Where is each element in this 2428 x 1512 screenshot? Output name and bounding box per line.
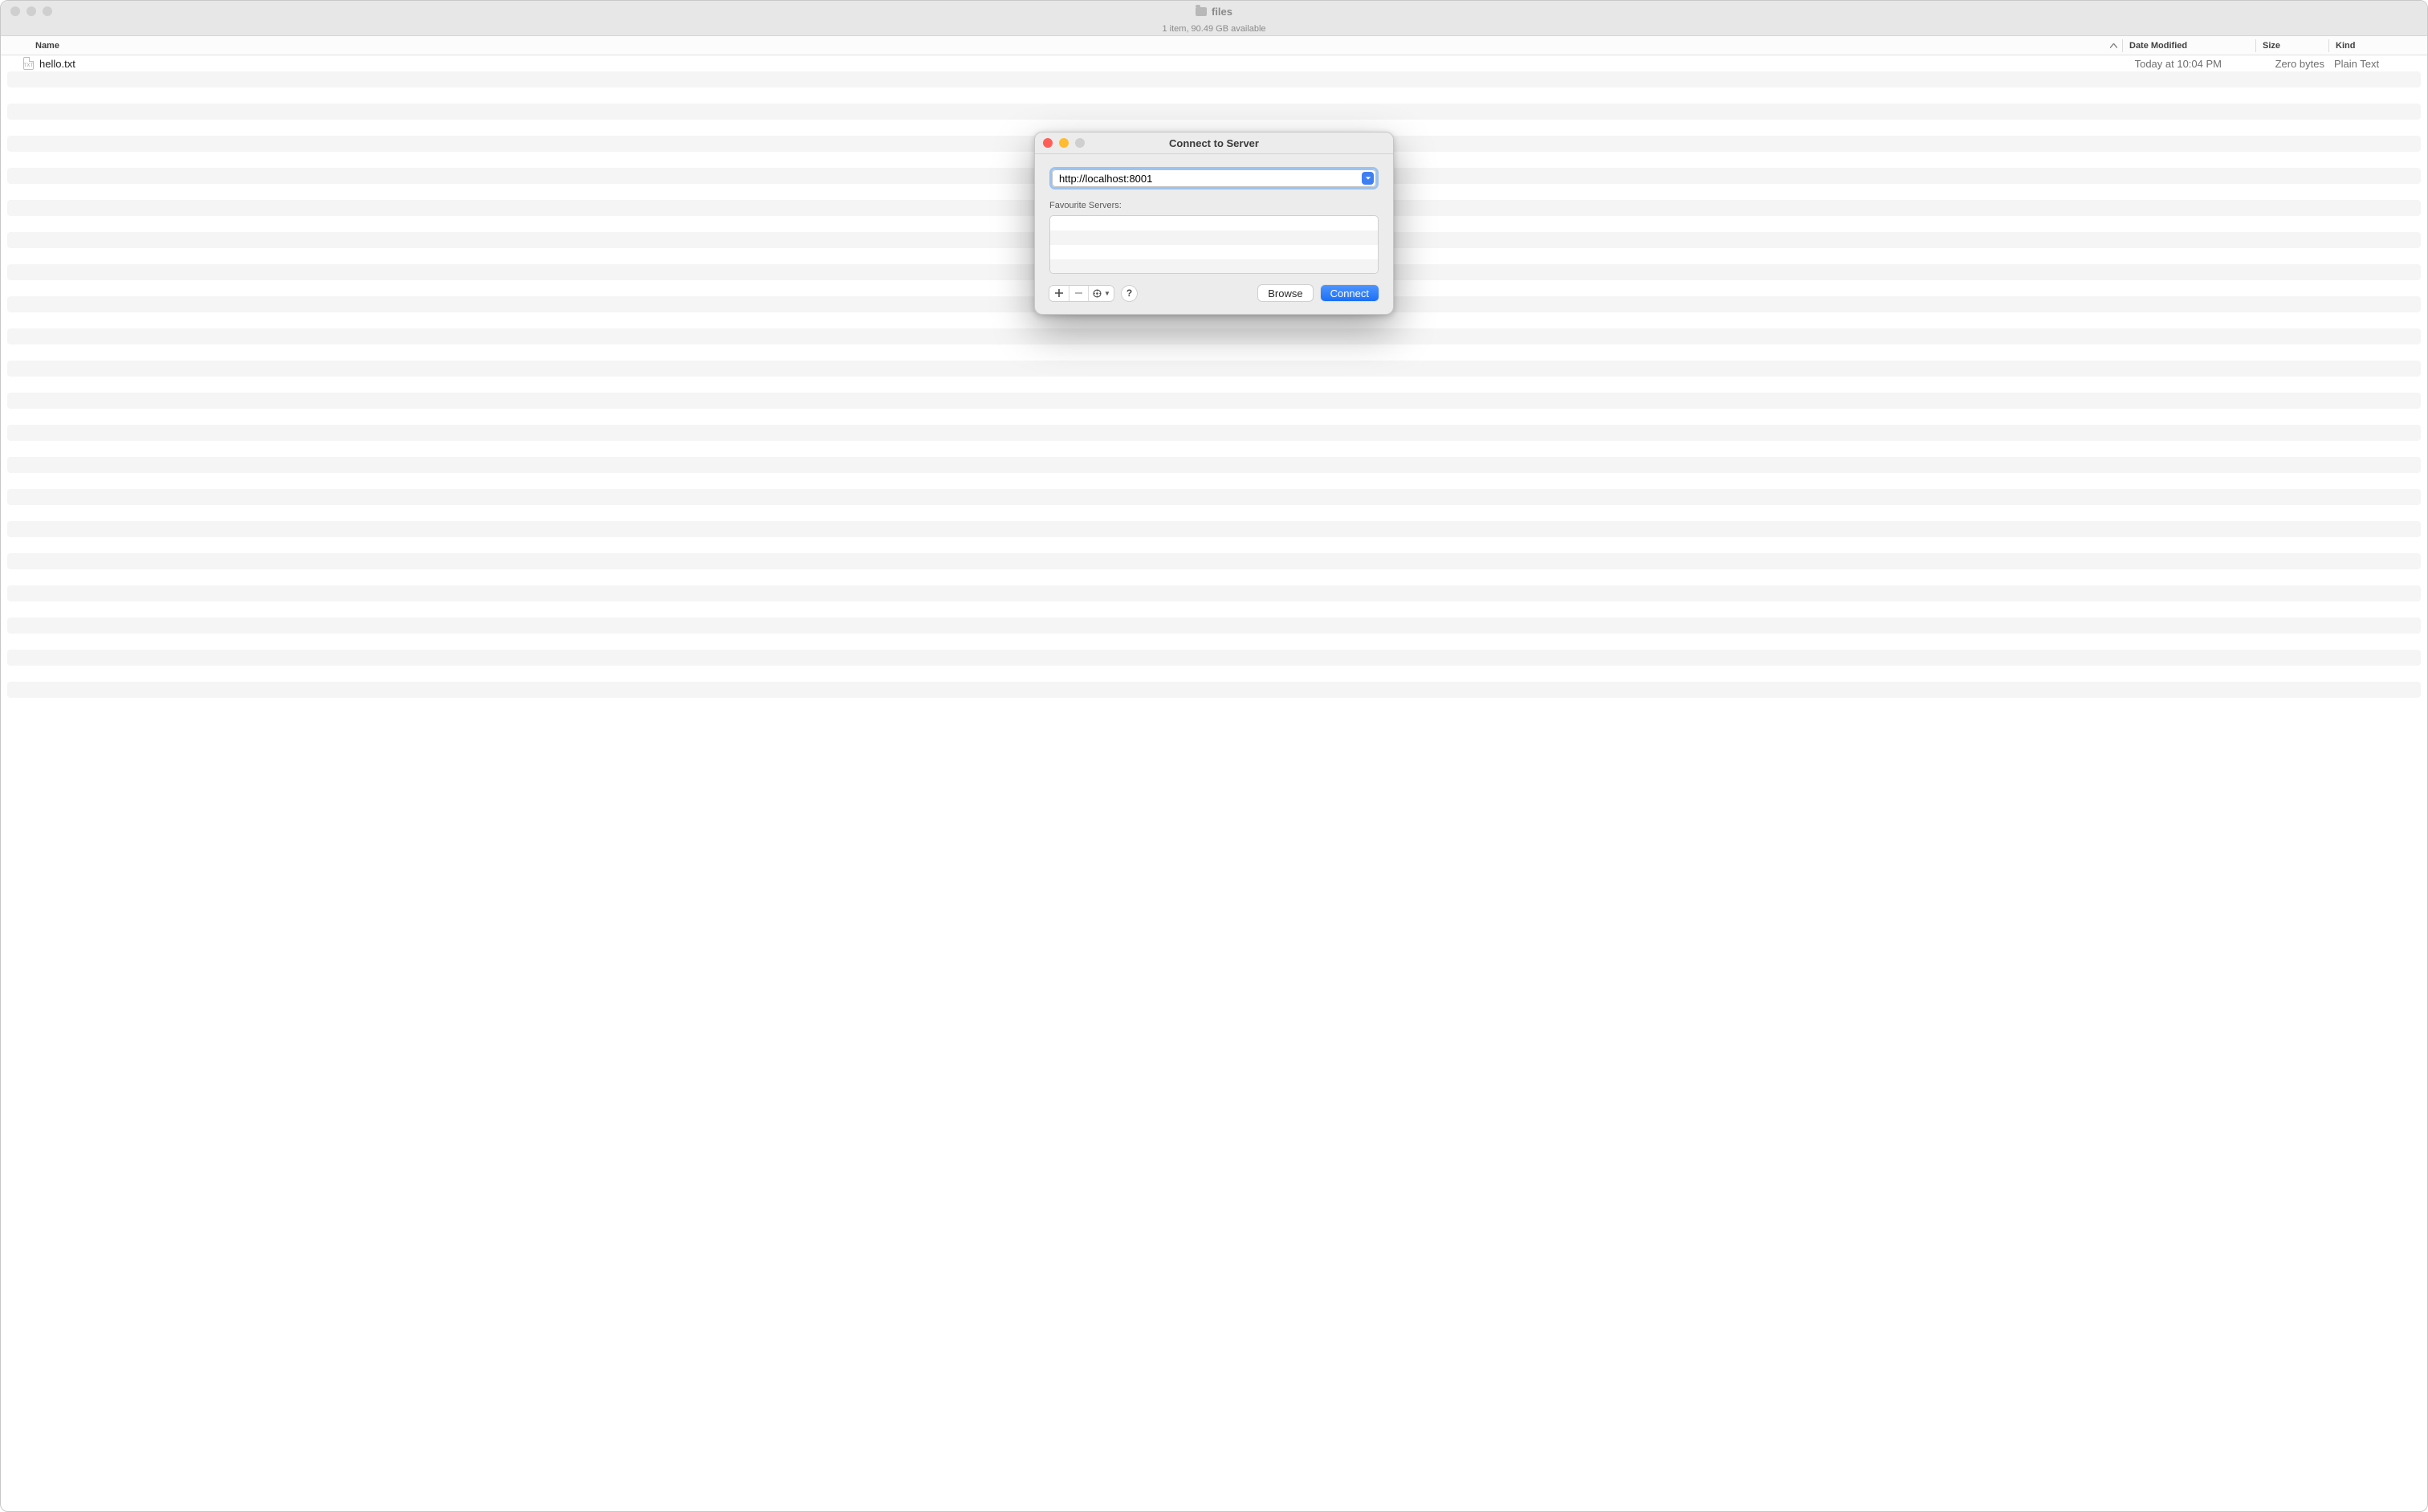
favourite-servers-label: Favourite Servers: [1049, 201, 1379, 210]
list-item [7, 569, 2421, 585]
file-size: Zero bytes [2254, 58, 2326, 70]
list-item [7, 425, 2421, 441]
chevron-down-icon [1365, 175, 1371, 181]
column-date-label: Date Modified [2129, 41, 2187, 51]
minus-icon [1075, 292, 1082, 294]
zoom-icon[interactable] [43, 6, 52, 16]
add-favourite-button[interactable] [1049, 286, 1069, 301]
plus-icon [1055, 289, 1063, 297]
connect-button[interactable]: Connect [1321, 285, 1379, 301]
column-size-label: Size [2263, 41, 2280, 51]
window-title: files [1196, 6, 1232, 18]
list-item [7, 682, 2421, 698]
dialog-body: Favourite Servers: [1035, 154, 1393, 314]
browse-button[interactable]: Browse [1258, 285, 1312, 301]
favourites-toolbar: ▼ [1049, 286, 1114, 301]
list-item [7, 312, 2421, 328]
dialog-footer: ▼ ? Browse Connect [1049, 285, 1379, 301]
file-name: hello.txt [39, 58, 75, 70]
window-title-text: files [1212, 6, 1232, 18]
chevron-down-icon: ▼ [1104, 290, 1110, 297]
close-icon[interactable] [10, 6, 20, 16]
list-item [7, 377, 2421, 393]
list-item [7, 441, 2421, 457]
list-item [7, 617, 2421, 634]
list-item [7, 88, 2421, 104]
connect-to-server-dialog: Connect to Server Favourite Servers: [1034, 132, 1394, 315]
list-item [7, 650, 2421, 666]
sort-ascending-icon[interactable] [2110, 42, 2117, 50]
list-item [7, 71, 2421, 88]
list-item [7, 328, 2421, 344]
minimize-icon[interactable] [1059, 138, 1069, 148]
window-controls [10, 6, 52, 16]
file-kind: Plain Text [2326, 58, 2421, 70]
list-item [7, 634, 2421, 650]
list-item [7, 505, 2421, 521]
list-item [7, 457, 2421, 473]
list-item [1050, 245, 1378, 259]
list-item [1050, 230, 1378, 245]
list-item [7, 585, 2421, 601]
list-item [7, 521, 2421, 537]
status-bar: 1 item, 90.49 GB available [1, 22, 2427, 36]
column-date[interactable]: Date Modified [2123, 41, 2255, 51]
list-item [7, 666, 2421, 682]
list-item [7, 473, 2421, 489]
action-menu-button[interactable]: ▼ [1088, 286, 1114, 301]
list-item [7, 393, 2421, 409]
list-item [7, 409, 2421, 425]
list-item [7, 489, 2421, 505]
list-item [7, 104, 2421, 120]
dropdown-toggle[interactable] [1362, 172, 1374, 185]
close-icon[interactable] [1043, 138, 1053, 148]
file-name-cell: TXT hello.txt [7, 57, 2121, 70]
zoom-icon [1075, 138, 1085, 148]
server-address-combo [1049, 167, 1379, 190]
list-item [7, 344, 2421, 361]
dialog-titlebar[interactable]: Connect to Server [1035, 132, 1393, 154]
status-text: 1 item, 90.49 GB available [1162, 24, 1265, 34]
list-item [1050, 216, 1378, 230]
finder-window: files 1 item, 90.49 GB available Name Da… [0, 0, 2428, 1512]
column-size[interactable]: Size [2256, 41, 2328, 51]
column-headers: Name Date Modified Size Kind [1, 36, 2427, 55]
table-row[interactable]: TXT hello.txt Today at 10:04 PMZero bytesP… [7, 55, 2421, 71]
help-button[interactable]: ? [1122, 286, 1137, 301]
dialog-window-controls [1043, 138, 1085, 148]
folder-icon [1196, 7, 1207, 16]
text-file-icon: TXT [23, 57, 34, 70]
favourite-servers-list[interactable] [1049, 215, 1379, 274]
list-item [7, 553, 2421, 569]
remove-favourite-button [1069, 286, 1088, 301]
list-item [7, 537, 2421, 553]
column-name-label: Name [35, 41, 59, 51]
column-kind-label: Kind [2336, 41, 2355, 51]
list-item [7, 361, 2421, 377]
dialog-title: Connect to Server [1169, 137, 1259, 149]
list-item [7, 601, 2421, 617]
file-date: Today at 10:04 PM [2121, 58, 2254, 70]
list-item [1050, 259, 1378, 274]
column-name[interactable]: Name [1, 41, 2122, 51]
finder-titlebar[interactable]: files [1, 1, 2427, 22]
server-address-input[interactable] [1052, 169, 1376, 187]
minimize-icon[interactable] [26, 6, 36, 16]
column-kind[interactable]: Kind [2329, 41, 2427, 51]
actions-icon [1092, 288, 1102, 299]
